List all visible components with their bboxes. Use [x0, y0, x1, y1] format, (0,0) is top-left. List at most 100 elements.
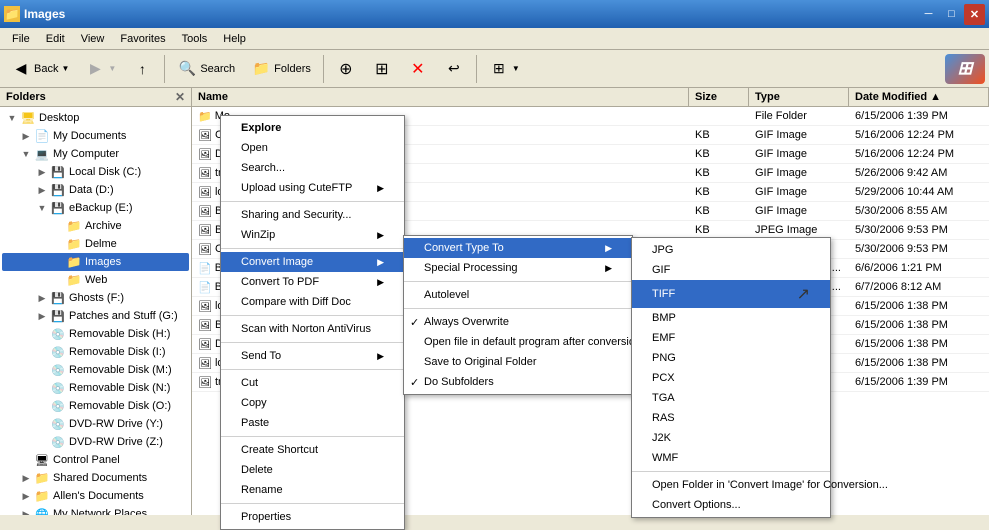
- expander-mycomputer: ▼: [18, 146, 34, 162]
- col-name[interactable]: Name: [192, 88, 689, 106]
- ctx3-wmf[interactable]: WMF: [632, 448, 830, 468]
- menu-view[interactable]: View: [73, 31, 113, 47]
- ctx2-always-overwrite[interactable]: ✓ Always Overwrite: [404, 312, 632, 332]
- tree-item-network[interactable]: ▶ 🌐 My Network Places: [2, 505, 189, 515]
- tree-item-d[interactable]: ▶ 💾 Data (D:): [2, 181, 189, 199]
- ctx-explore[interactable]: Explore: [221, 118, 404, 138]
- ctx-compare[interactable]: Compare with Diff Doc: [221, 292, 404, 312]
- search-button[interactable]: 🔍 Search: [170, 55, 242, 83]
- toolbar-sep-1: [164, 55, 165, 83]
- forward-button[interactable]: ▶ ▼: [78, 55, 123, 83]
- ctx3-convert-options[interactable]: Convert Options...: [632, 495, 830, 515]
- ctx3-jpg[interactable]: JPG: [632, 240, 830, 260]
- tree-item-y[interactable]: 💿 DVD-RW Drive (Y:): [2, 415, 189, 433]
- ctx-paste[interactable]: Paste: [221, 413, 404, 433]
- ctx-delete[interactable]: Delete: [221, 460, 404, 480]
- tree-item-shareddocs[interactable]: ▶ 📁 Shared Documents: [2, 469, 189, 487]
- file-cell-size: KB: [689, 202, 749, 220]
- tree-item-g[interactable]: ▶ 💾 Patches and Stuff (G:): [2, 307, 189, 325]
- tree-item-i[interactable]: 💿 Removable Disk (I:): [2, 343, 189, 361]
- nav-btn-1[interactable]: ⊕: [329, 55, 363, 83]
- ctx-cut[interactable]: Cut: [221, 373, 404, 393]
- tree-item-allendocs[interactable]: ▶ 📁 Allen's Documents: [2, 487, 189, 505]
- ctx3-open-folder[interactable]: Open Folder in 'Convert Image' for Conve…: [632, 475, 830, 495]
- ctx2-special-processing[interactable]: Special Processing ▶: [404, 258, 632, 278]
- ctx-copy[interactable]: Copy: [221, 393, 404, 413]
- menu-help[interactable]: Help: [215, 31, 254, 47]
- tree-item-delme[interactable]: 📁 Delme: [2, 235, 189, 253]
- xp-logo: ⊞: [945, 54, 985, 84]
- folders-tree[interactable]: ▼ 🖥 Desktop ▶ 📄 My Documents ▼ 💻 My Comp…: [0, 107, 191, 515]
- tree-item-m[interactable]: 💿 Removable Disk (M:): [2, 361, 189, 379]
- ctx2-open-default[interactable]: Open file in default program after conve…: [404, 332, 632, 352]
- ctx-upload[interactable]: Upload using CuteFTP ▶: [221, 178, 404, 198]
- tree-item-n[interactable]: 💿 Removable Disk (N:): [2, 379, 189, 397]
- tree-item-c[interactable]: ▶ 💾 Local Disk (C:): [2, 163, 189, 181]
- folders-close-button[interactable]: ✕: [175, 90, 185, 104]
- back-button[interactable]: ◀ Back ▼: [4, 55, 76, 83]
- col-type[interactable]: Type: [749, 88, 849, 106]
- tree-item-h[interactable]: 💿 Removable Disk (H:): [2, 325, 189, 343]
- tree-item-images[interactable]: 📁 Images: [2, 253, 189, 271]
- undo-button[interactable]: ↩: [437, 55, 471, 83]
- nav-btn-2[interactable]: ⊞: [365, 55, 399, 83]
- views-button[interactable]: ⊞ ▼: [482, 55, 527, 83]
- ctx-winzip[interactable]: WinZip ▶: [221, 225, 404, 245]
- ctx3-png[interactable]: PNG: [632, 348, 830, 368]
- ctx3-tga[interactable]: TGA: [632, 388, 830, 408]
- up-button[interactable]: ↑: [125, 55, 159, 83]
- tree-item-controlpanel[interactable]: 🖥 Control Panel: [2, 451, 189, 469]
- ctx2-do-subfolders[interactable]: ✓ Do Subfolders: [404, 372, 632, 392]
- tree-item-f[interactable]: ▶ 💾 Ghosts (F:): [2, 289, 189, 307]
- ctx2-autolevel[interactable]: Autolevel: [404, 285, 632, 305]
- ctx-convert-pdf[interactable]: Convert To PDF ▶: [221, 272, 404, 292]
- expander-f: ▶: [34, 290, 50, 306]
- tree-item-web[interactable]: 📁 Web: [2, 271, 189, 289]
- ctx-create-shortcut[interactable]: Create Shortcut: [221, 440, 404, 460]
- ctx3-ras[interactable]: RAS: [632, 408, 830, 428]
- delete-button[interactable]: ✕: [401, 55, 435, 83]
- tree-item-z[interactable]: 💿 DVD-RW Drive (Z:): [2, 433, 189, 451]
- ctx3-tiff[interactable]: TIFF ↗: [632, 280, 830, 308]
- ctx3-j2k[interactable]: J2K: [632, 428, 830, 448]
- ctx-open[interactable]: Open: [221, 138, 404, 158]
- network-icon: 🌐: [34, 506, 50, 515]
- ctx3-emf[interactable]: EMF: [632, 328, 830, 348]
- ctx3-bmp[interactable]: BMP: [632, 308, 830, 328]
- ctx-search[interactable]: Search...: [221, 158, 404, 178]
- tree-item-o[interactable]: 💿 Removable Disk (O:): [2, 397, 189, 415]
- ctx3-pcx[interactable]: PCX: [632, 368, 830, 388]
- ctx2-overwrite-check: ✓: [410, 316, 419, 329]
- ctx-norton[interactable]: Scan with Norton AntiVirus: [221, 319, 404, 339]
- ctx-properties[interactable]: Properties: [221, 507, 404, 527]
- file-cell-size: KB: [689, 126, 749, 144]
- close-button[interactable]: ✕: [964, 4, 985, 25]
- ctx-convert-image[interactable]: Convert Image ▶: [221, 252, 404, 272]
- ctx-rename[interactable]: Rename: [221, 480, 404, 500]
- ctx3-tiff-label: TIFF: [652, 288, 675, 300]
- ctx-sendto[interactable]: Send To ▶: [221, 346, 404, 366]
- tree-item-desktop[interactable]: ▼ 🖥 Desktop: [2, 109, 189, 127]
- ctx-sharing[interactable]: Sharing and Security...: [221, 205, 404, 225]
- tree-label-g: Patches and Stuff (G:): [69, 310, 178, 322]
- menu-tools[interactable]: Tools: [174, 31, 216, 47]
- col-date[interactable]: Date Modified ▲: [849, 88, 989, 106]
- menu-file[interactable]: File: [4, 31, 38, 47]
- tree-item-e[interactable]: ▼ 💾 eBackup (E:): [2, 199, 189, 217]
- file-cell-date: 6/6/2006 1:21 PM: [849, 259, 989, 277]
- ctx3-gif[interactable]: GIF: [632, 260, 830, 280]
- folders-button[interactable]: 📁 Folders: [244, 55, 318, 83]
- ctx2-save-original[interactable]: Save to Original Folder: [404, 352, 632, 372]
- ctx2-convert-type[interactable]: Convert Type To ▶: [404, 238, 632, 258]
- col-size[interactable]: Size: [689, 88, 749, 106]
- menu-favorites[interactable]: Favorites: [112, 31, 173, 47]
- tree-item-archive[interactable]: 📁 Archive: [2, 217, 189, 235]
- minimize-button[interactable]: ─: [918, 4, 939, 25]
- maximize-button[interactable]: □: [941, 4, 962, 25]
- tree-item-mycomputer[interactable]: ▼ 💻 My Computer: [2, 145, 189, 163]
- tree-item-mydocs[interactable]: ▶ 📄 My Documents: [2, 127, 189, 145]
- menu-edit[interactable]: Edit: [38, 31, 73, 47]
- tree-label-archive: Archive: [85, 220, 122, 232]
- file-cell-date: 6/15/2006 1:39 PM: [849, 373, 989, 391]
- expander-g: ▶: [34, 308, 50, 324]
